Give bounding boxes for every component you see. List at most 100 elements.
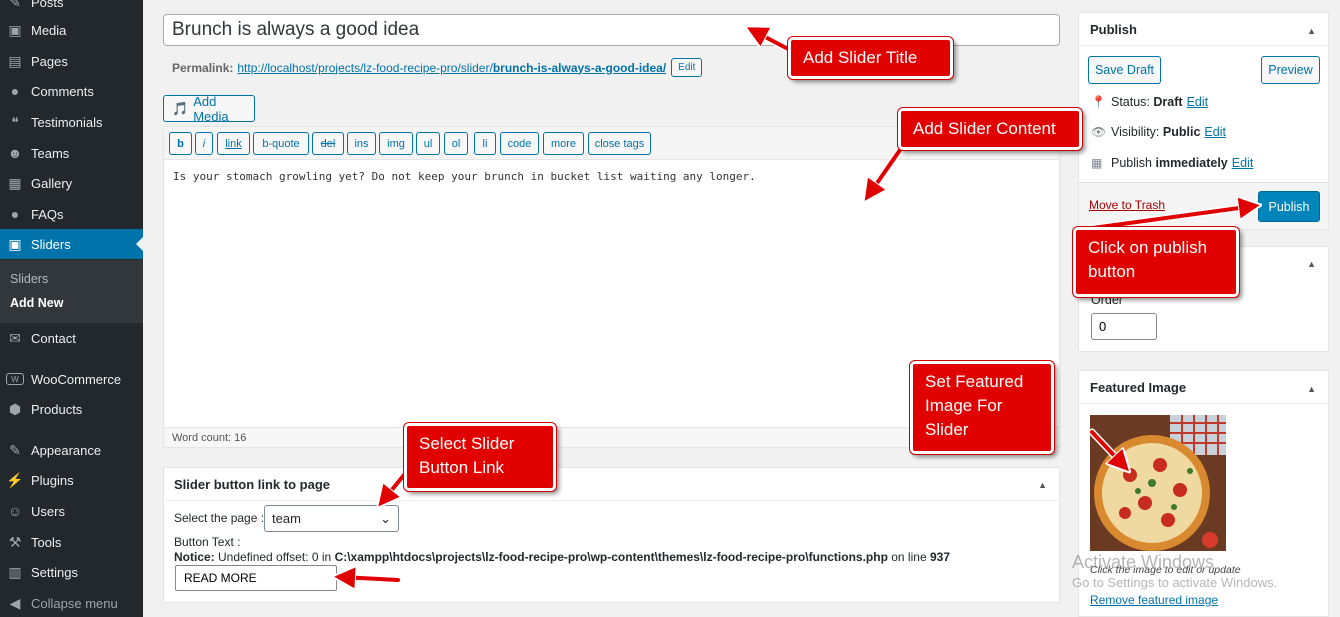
schedule-label: Publish [1111,156,1152,170]
editor-content[interactable]: Is your stomach growling yet? Do not kee… [173,170,756,183]
menu-item-appearance[interactable]: ✎ Appearance [0,435,143,465]
add-media-label: Add Media [193,93,229,124]
collapse-menu-button[interactable]: ◀ Collapse menu [0,588,143,617]
menu-item-gallery[interactable]: ▦ Gallery [0,168,143,198]
menu-item-woocommerce[interactable]: W WooCommerce [0,364,143,394]
submenu-sliders[interactable]: Sliders [10,272,48,286]
toggle-arrow-icon[interactable]: ▲ [1307,384,1316,394]
publish-box-title: Publish [1090,22,1137,37]
menu-label: Plugins [31,472,74,488]
slider-button-link-box: Slider button link to page ▲ Select the … [163,467,1060,603]
products-icon: ⬢ [8,400,22,417]
media-icon: ▣ [8,21,22,38]
menu-label: Collapse menu [31,595,118,611]
preview-button[interactable]: Preview [1261,56,1320,84]
testimonial-icon: ❝ [11,113,19,130]
menu-item-testimonials[interactable]: ❝ Testimonials [0,107,143,137]
menu-item-products[interactable]: ⬢ Products [0,394,143,424]
woocommerce-icon: W [6,373,24,385]
qt-ins-button[interactable]: ins [347,132,376,155]
publish-box-header[interactable]: Publish ▲ [1079,13,1328,46]
menu-item-tools[interactable]: ⚒ Tools [0,527,143,557]
order-input[interactable] [1091,313,1157,340]
qt-italic-button[interactable]: i [195,132,213,155]
qt-ul-button[interactable]: ul [416,132,440,155]
save-draft-button[interactable]: Save Draft [1088,56,1161,84]
menu-label: Settings [31,564,78,580]
publish-button[interactable]: Publish [1258,191,1320,222]
menu-label: Users [31,503,65,519]
qt-close-tags-button[interactable]: close tags [588,132,651,155]
qt-bquote-button[interactable]: b-quote [253,132,309,155]
slider-box-header[interactable]: Slider button link to page ▲ [164,468,1059,501]
callout-add-slider-title: Add Slider Title [788,37,953,79]
page-select-value: team [272,511,301,526]
menu-item-settings[interactable]: ▥ Settings [0,557,143,587]
status-value: Draft [1153,95,1183,109]
toggle-arrow-icon[interactable]: ▲ [1307,259,1316,269]
menu-item-plugins[interactable]: ⚡ Plugins [0,465,143,495]
button-text-input[interactable] [175,565,337,591]
permalink-slug: brunch-is-always-a-good-idea/ [492,60,667,75]
menu-item-faqs[interactable]: ● FAQs [0,199,143,229]
comment-icon: ● [10,83,20,99]
featured-image-thumbnail[interactable] [1090,415,1226,551]
menu-item-pages[interactable]: ▤ Pages [0,46,143,76]
visibility-edit-link[interactable]: Edit [1204,125,1226,139]
sliders-submenu: Sliders Add New [0,260,143,323]
permalink-link[interactable]: http://localhost/projects/lz-food-recipe… [237,61,666,75]
chevron-down-icon: ⌄ [380,510,391,526]
qt-ol-button[interactable]: ol [444,132,468,155]
callout-select-button-link: Select Slider Button Link [404,423,556,491]
featured-image-header[interactable]: Featured Image ▲ [1079,371,1328,404]
menu-item-contact[interactable]: ✉ Contact [0,323,143,353]
qt-img-button[interactable]: img [379,132,413,155]
permalink-edit-button[interactable]: Edit [671,58,703,77]
notice-label: Notice: [174,550,215,564]
remove-featured-image-link[interactable]: Remove featured image [1090,593,1218,607]
schedule-edit-link[interactable]: Edit [1232,156,1254,170]
wrench-icon: ⚒ [8,533,22,550]
gallery-icon: ▦ [8,174,22,191]
menu-item-users[interactable]: ☺ Users [0,496,143,526]
select-page-label: Select the page : [174,511,265,525]
submenu-add-new[interactable]: Add New [10,296,63,310]
callout-add-slider-content: Add Slider Content [898,108,1082,150]
pin-icon: 📍 [1091,95,1106,109]
qt-more-button[interactable]: more [543,132,584,155]
notice-pre: Undefined offset: 0 in [218,550,332,564]
permalink-label: Permalink: [172,60,234,75]
menu-item-sliders[interactable]: ▣ Sliders [0,229,143,259]
qt-del-button[interactable]: del [312,132,344,155]
callout-set-featured-image: Set Featured Image For Slider [910,361,1054,454]
menu-item-teams[interactable]: ☻ Teams [0,138,143,168]
page-select[interactable]: team ⌄ [264,505,399,532]
menu-label: Appearance [31,442,102,458]
visibility-row: 👁 Visibility: Public Edit [1091,125,1226,139]
publish-box: Publish ▲ Save Draft Preview 📍 Status: D… [1078,12,1329,230]
qt-bold-button[interactable]: b [169,132,192,155]
move-to-trash-link[interactable]: Move to Trash [1089,198,1165,212]
add-media-icon: 🎵 [172,100,189,116]
toggle-arrow-icon[interactable]: ▲ [1038,480,1047,490]
qt-link-button[interactable]: link [217,132,250,155]
schedule-value: immediately [1155,156,1228,170]
menu-label: Media [31,22,67,38]
status-edit-link[interactable]: Edit [1187,95,1209,109]
add-media-button[interactable]: 🎵 Add Media [163,93,255,124]
permalink-row: Permalink: http://localhost/projects/lz-… [172,58,703,77]
user-icon: ☺ [7,503,23,519]
callout-click-publish: Click on publish button [1073,227,1239,297]
menu-label: Pages [31,53,68,69]
featured-image-title: Featured Image [1090,380,1187,395]
menu-item-media[interactable]: ▣ Media [0,15,143,45]
featured-image-box: Featured Image ▲ Click the image to edit… [1078,370,1329,617]
admin-sidebar: ✎ Posts ▣ Media ▤ Pages ● Comments ❝ Testimon… [0,0,143,617]
faq-icon: ● [10,206,20,222]
calendar-icon: ▦ [1091,156,1103,170]
qt-code-button[interactable]: code [500,132,539,155]
menu-item-comments[interactable]: ● Comments [0,76,143,106]
menu-label: Teams [31,145,70,161]
toggle-arrow-icon[interactable]: ▲ [1307,26,1316,36]
qt-li-button[interactable]: li [474,132,496,155]
